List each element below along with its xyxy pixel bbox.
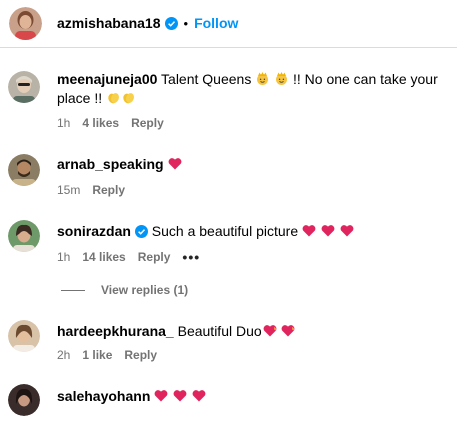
clapping-hands-icon: [106, 90, 121, 105]
separator-dot: •: [183, 15, 189, 31]
comment-meta: 2h 1 like Reply: [57, 348, 169, 362]
heart-on-fire-icon: [280, 323, 296, 337]
comment-item: arnab_speaking 15m Reply: [0, 146, 457, 206]
post-header: azmishabana18 • Follow: [0, 0, 457, 48]
avatar[interactable]: [8, 71, 40, 103]
avatar[interactable]: [8, 220, 40, 252]
red-heart-icon: [321, 223, 335, 237]
view-replies-toggle[interactable]: View replies (1): [61, 283, 188, 297]
avatar[interactable]: [9, 7, 42, 40]
princess-emoji-icon: [274, 71, 289, 86]
comment-time[interactable]: 2h: [57, 348, 70, 362]
avatar[interactable]: [8, 320, 40, 352]
comment-username[interactable]: sonirazdan: [57, 223, 131, 239]
comment-meta: 1h 4 likes Reply: [57, 116, 176, 130]
comment-item: meenajuneja00 Talent Queens !! No one ca…: [0, 62, 457, 142]
comment-username[interactable]: meenajuneja00: [57, 71, 157, 87]
comment-item: hardeepkhurana_ Beautiful Duo 2h 1 like …: [0, 314, 457, 374]
heart-on-fire-icon: [262, 323, 278, 337]
post-author-username[interactable]: azmishabana18: [57, 15, 161, 31]
comment-item: salehayohann: [0, 382, 457, 426]
avatar[interactable]: [8, 384, 40, 416]
princess-emoji-icon: [255, 71, 270, 86]
verified-badge-icon: [134, 224, 148, 238]
reply-button[interactable]: Reply: [138, 250, 171, 264]
follow-button[interactable]: Follow: [194, 15, 238, 31]
comment-item: sonirazdan Such a beautiful picture 1h 1…: [0, 212, 457, 272]
comment-meta: 15m Reply: [57, 183, 137, 197]
reply-button[interactable]: Reply: [124, 348, 157, 362]
verified-badge-icon: [164, 16, 178, 30]
comment-likes[interactable]: 4 likes: [82, 116, 119, 130]
red-heart-icon: [154, 388, 168, 402]
clapping-hands-icon: [121, 90, 136, 105]
replies-divider-line: [61, 289, 85, 291]
red-heart-icon: [173, 388, 187, 402]
red-heart-icon: [340, 223, 354, 237]
reply-button[interactable]: Reply: [131, 116, 164, 130]
more-options-icon[interactable]: •••: [182, 249, 200, 265]
view-replies-label[interactable]: View replies (1): [101, 283, 188, 297]
comment-body: Beautiful Duo: [177, 323, 262, 339]
comment-username[interactable]: hardeepkhurana_: [57, 323, 174, 339]
reply-button[interactable]: Reply: [92, 183, 125, 197]
comment-username[interactable]: arnab_speaking: [57, 156, 164, 172]
red-heart-icon: [192, 388, 206, 402]
comment-text: salehayohann: [57, 387, 449, 406]
red-heart-icon: [302, 223, 316, 237]
comment-time[interactable]: 1h: [57, 116, 70, 130]
comment-body: Such a beautiful picture: [151, 223, 299, 239]
comment-likes[interactable]: 1 like: [82, 348, 112, 362]
red-heart-icon: [168, 156, 182, 170]
comment-meta: 1h 14 likes Reply •••: [57, 249, 212, 265]
comment-username[interactable]: salehayohann: [57, 388, 150, 404]
comment-text: sonirazdan Such a beautiful picture: [57, 222, 449, 241]
comment-text: arnab_speaking: [57, 155, 449, 174]
comment-time[interactable]: 15m: [57, 183, 80, 197]
comment-time[interactable]: 1h: [57, 250, 70, 264]
avatar[interactable]: [8, 154, 40, 186]
comment-text: hardeepkhurana_ Beautiful Duo: [57, 322, 449, 341]
comment-text: meenajuneja00 Talent Queens !! No one ca…: [57, 70, 449, 108]
comment-likes[interactable]: 14 likes: [82, 250, 125, 264]
comment-body: Talent Queens: [161, 71, 256, 87]
